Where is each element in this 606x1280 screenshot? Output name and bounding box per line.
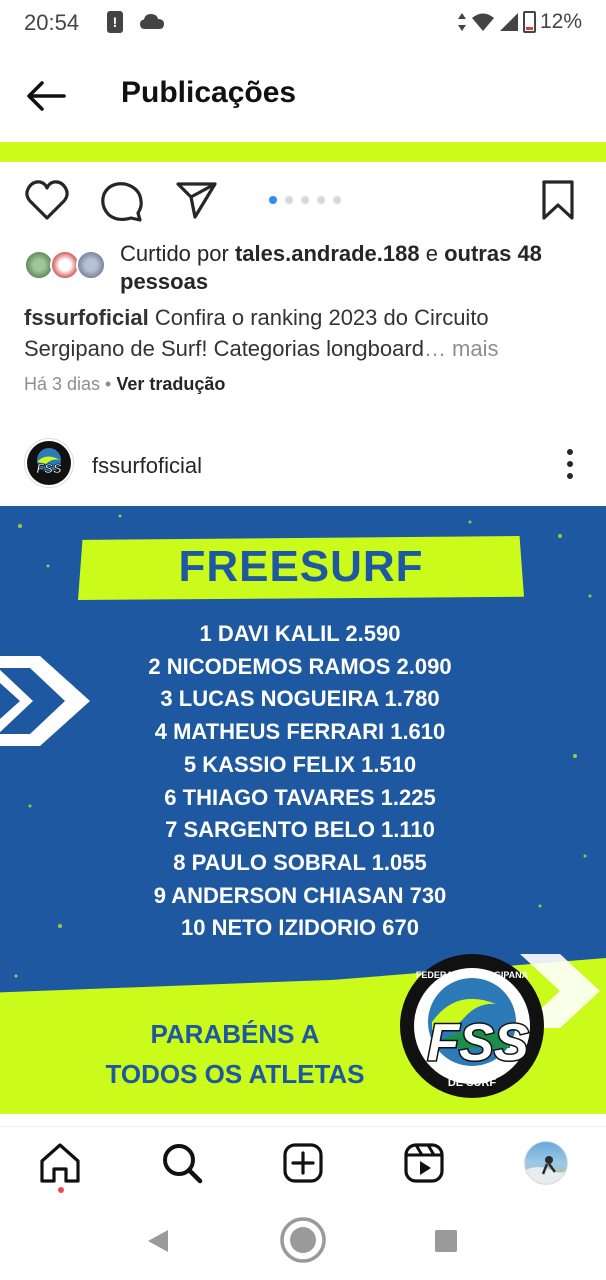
image-title: FREESURF bbox=[178, 542, 424, 591]
bottom-navigation bbox=[0, 1126, 606, 1200]
battery-percent: 12% bbox=[539, 10, 582, 33]
logo-top-text: FEDERAÇÃO SERGIPANA bbox=[416, 970, 529, 980]
likes-prefix: Curtido por bbox=[120, 241, 235, 266]
carousel-indicator bbox=[269, 196, 341, 204]
post-time: Há 3 dias bbox=[24, 374, 101, 394]
ranking-entry: 1 DAVI KALIL 2.590 bbox=[199, 621, 401, 646]
battery-icon bbox=[522, 11, 536, 33]
post-meta: Há 3 dias • Ver tradução bbox=[24, 374, 225, 395]
ranking-entry: 3 LUCAS NOGUEIRA 1.780 bbox=[160, 686, 440, 712]
likes-text: Curtido por tales.andrade.188 e outras 4… bbox=[120, 240, 580, 296]
caption-ellipsis: … bbox=[423, 336, 446, 361]
system-navigation bbox=[0, 1200, 606, 1280]
ranking-entry: 6 THIAGO TAVARES 1.225 bbox=[164, 784, 436, 810]
likes-summary[interactable]: Curtido por tales.andrade.188 e outras 4… bbox=[24, 240, 584, 296]
post-header: FSS fssurfoficial bbox=[0, 436, 606, 496]
carousel-dot bbox=[269, 196, 277, 204]
ranking-entry: 5 KASSIO FELIX 1.510 bbox=[183, 751, 417, 777]
data-arrows-icon bbox=[457, 13, 466, 31]
cloud-icon bbox=[140, 14, 164, 29]
post-action-bar bbox=[0, 178, 606, 224]
system-back-icon[interactable] bbox=[146, 1228, 170, 1254]
post-image[interactable]: FREESURF 1 DAVI KALIL 2.590 2 NICODEMOS R… bbox=[0, 506, 606, 1114]
create-post-icon[interactable] bbox=[281, 1141, 325, 1185]
comment-icon[interactable] bbox=[100, 180, 144, 224]
ranking-entry: 9 ANDERSON CHIASAN 730 bbox=[153, 882, 447, 908]
meta-separator: • bbox=[100, 374, 117, 394]
post-avatar[interactable]: FSS bbox=[24, 438, 74, 488]
notification-dot bbox=[58, 1187, 64, 1193]
share-send-icon[interactable] bbox=[176, 180, 218, 220]
fss-federation-logo: FEDERAÇÃO SERGIPANA DE SURF FSS bbox=[400, 954, 544, 1098]
post-caption: fssurfoficial Confira o ranking 2023 do … bbox=[24, 302, 584, 364]
congrats-text: PARABÉNS A TODOS OS ATLETAS bbox=[100, 1014, 370, 1094]
previous-post-image-edge bbox=[0, 142, 606, 162]
carousel-dot bbox=[333, 196, 341, 204]
congrats-line-1: PARABÉNS A bbox=[150, 1019, 320, 1049]
system-home-icon[interactable] bbox=[279, 1216, 327, 1264]
more-options-icon[interactable] bbox=[562, 448, 578, 480]
logo-bottom-text: DE SURF bbox=[448, 1077, 497, 1089]
logo-fss-text: FSS bbox=[427, 1014, 528, 1072]
status-time: 20:54 bbox=[24, 10, 80, 35]
liker-avatars bbox=[24, 250, 108, 282]
ranking-entry: 10 NETO IZIDORIO 670 bbox=[180, 915, 419, 941]
alert-icon: ! bbox=[107, 11, 123, 33]
ranking-entry: 8 PAULO SOBRAL 1.055 bbox=[173, 849, 427, 875]
signal-icon bbox=[499, 13, 518, 31]
ranking-entry: 7 SARGENTO BELO 1.110 bbox=[165, 817, 435, 843]
profile-avatar[interactable] bbox=[524, 1141, 568, 1185]
search-icon[interactable] bbox=[160, 1141, 204, 1185]
likes-connector: e bbox=[419, 241, 445, 266]
ranking-list: 1 DAVI KALIL 2.590 2 NICODEMOS RAMOS 2.09… bbox=[100, 618, 500, 945]
profile-photo-icon bbox=[525, 1156, 567, 1184]
svg-text:FSS: FSS bbox=[36, 461, 62, 476]
home-icon[interactable] bbox=[38, 1141, 82, 1185]
back-arrow-icon[interactable] bbox=[24, 78, 68, 114]
wifi-icon bbox=[471, 13, 494, 31]
reels-icon[interactable] bbox=[402, 1141, 446, 1185]
status-bar: 20:54 ! 12% bbox=[0, 0, 606, 50]
carousel-dot bbox=[301, 196, 309, 204]
ranking-entry: 2 NICODEMOS RAMOS 2.090 bbox=[148, 653, 452, 679]
carousel-dot bbox=[317, 196, 325, 204]
bookmark-icon[interactable] bbox=[540, 180, 576, 220]
carousel-dot bbox=[285, 196, 293, 204]
page-title: Publicações bbox=[121, 76, 297, 109]
chevron-arrows-icon bbox=[0, 656, 90, 746]
app-header: Publicações bbox=[0, 50, 606, 140]
post-username[interactable]: fssurfoficial bbox=[92, 453, 202, 479]
system-recents-icon[interactable] bbox=[434, 1229, 458, 1253]
congrats-line-2: TODOS OS ATLETAS bbox=[105, 1059, 365, 1089]
caption-more-link[interactable]: mais bbox=[446, 336, 498, 361]
status-right: 12% bbox=[457, 10, 582, 34]
liker-username[interactable]: tales.andrade.188 bbox=[235, 241, 420, 266]
ranking-entry: 4 MATHEUS FERRARI 1.610 bbox=[154, 719, 446, 745]
avatar bbox=[76, 250, 106, 280]
like-heart-icon[interactable] bbox=[24, 178, 70, 222]
caption-username[interactable]: fssurfoficial bbox=[24, 305, 149, 330]
translate-link[interactable]: Ver tradução bbox=[116, 374, 225, 394]
fss-logo-icon: FSS bbox=[27, 441, 71, 485]
